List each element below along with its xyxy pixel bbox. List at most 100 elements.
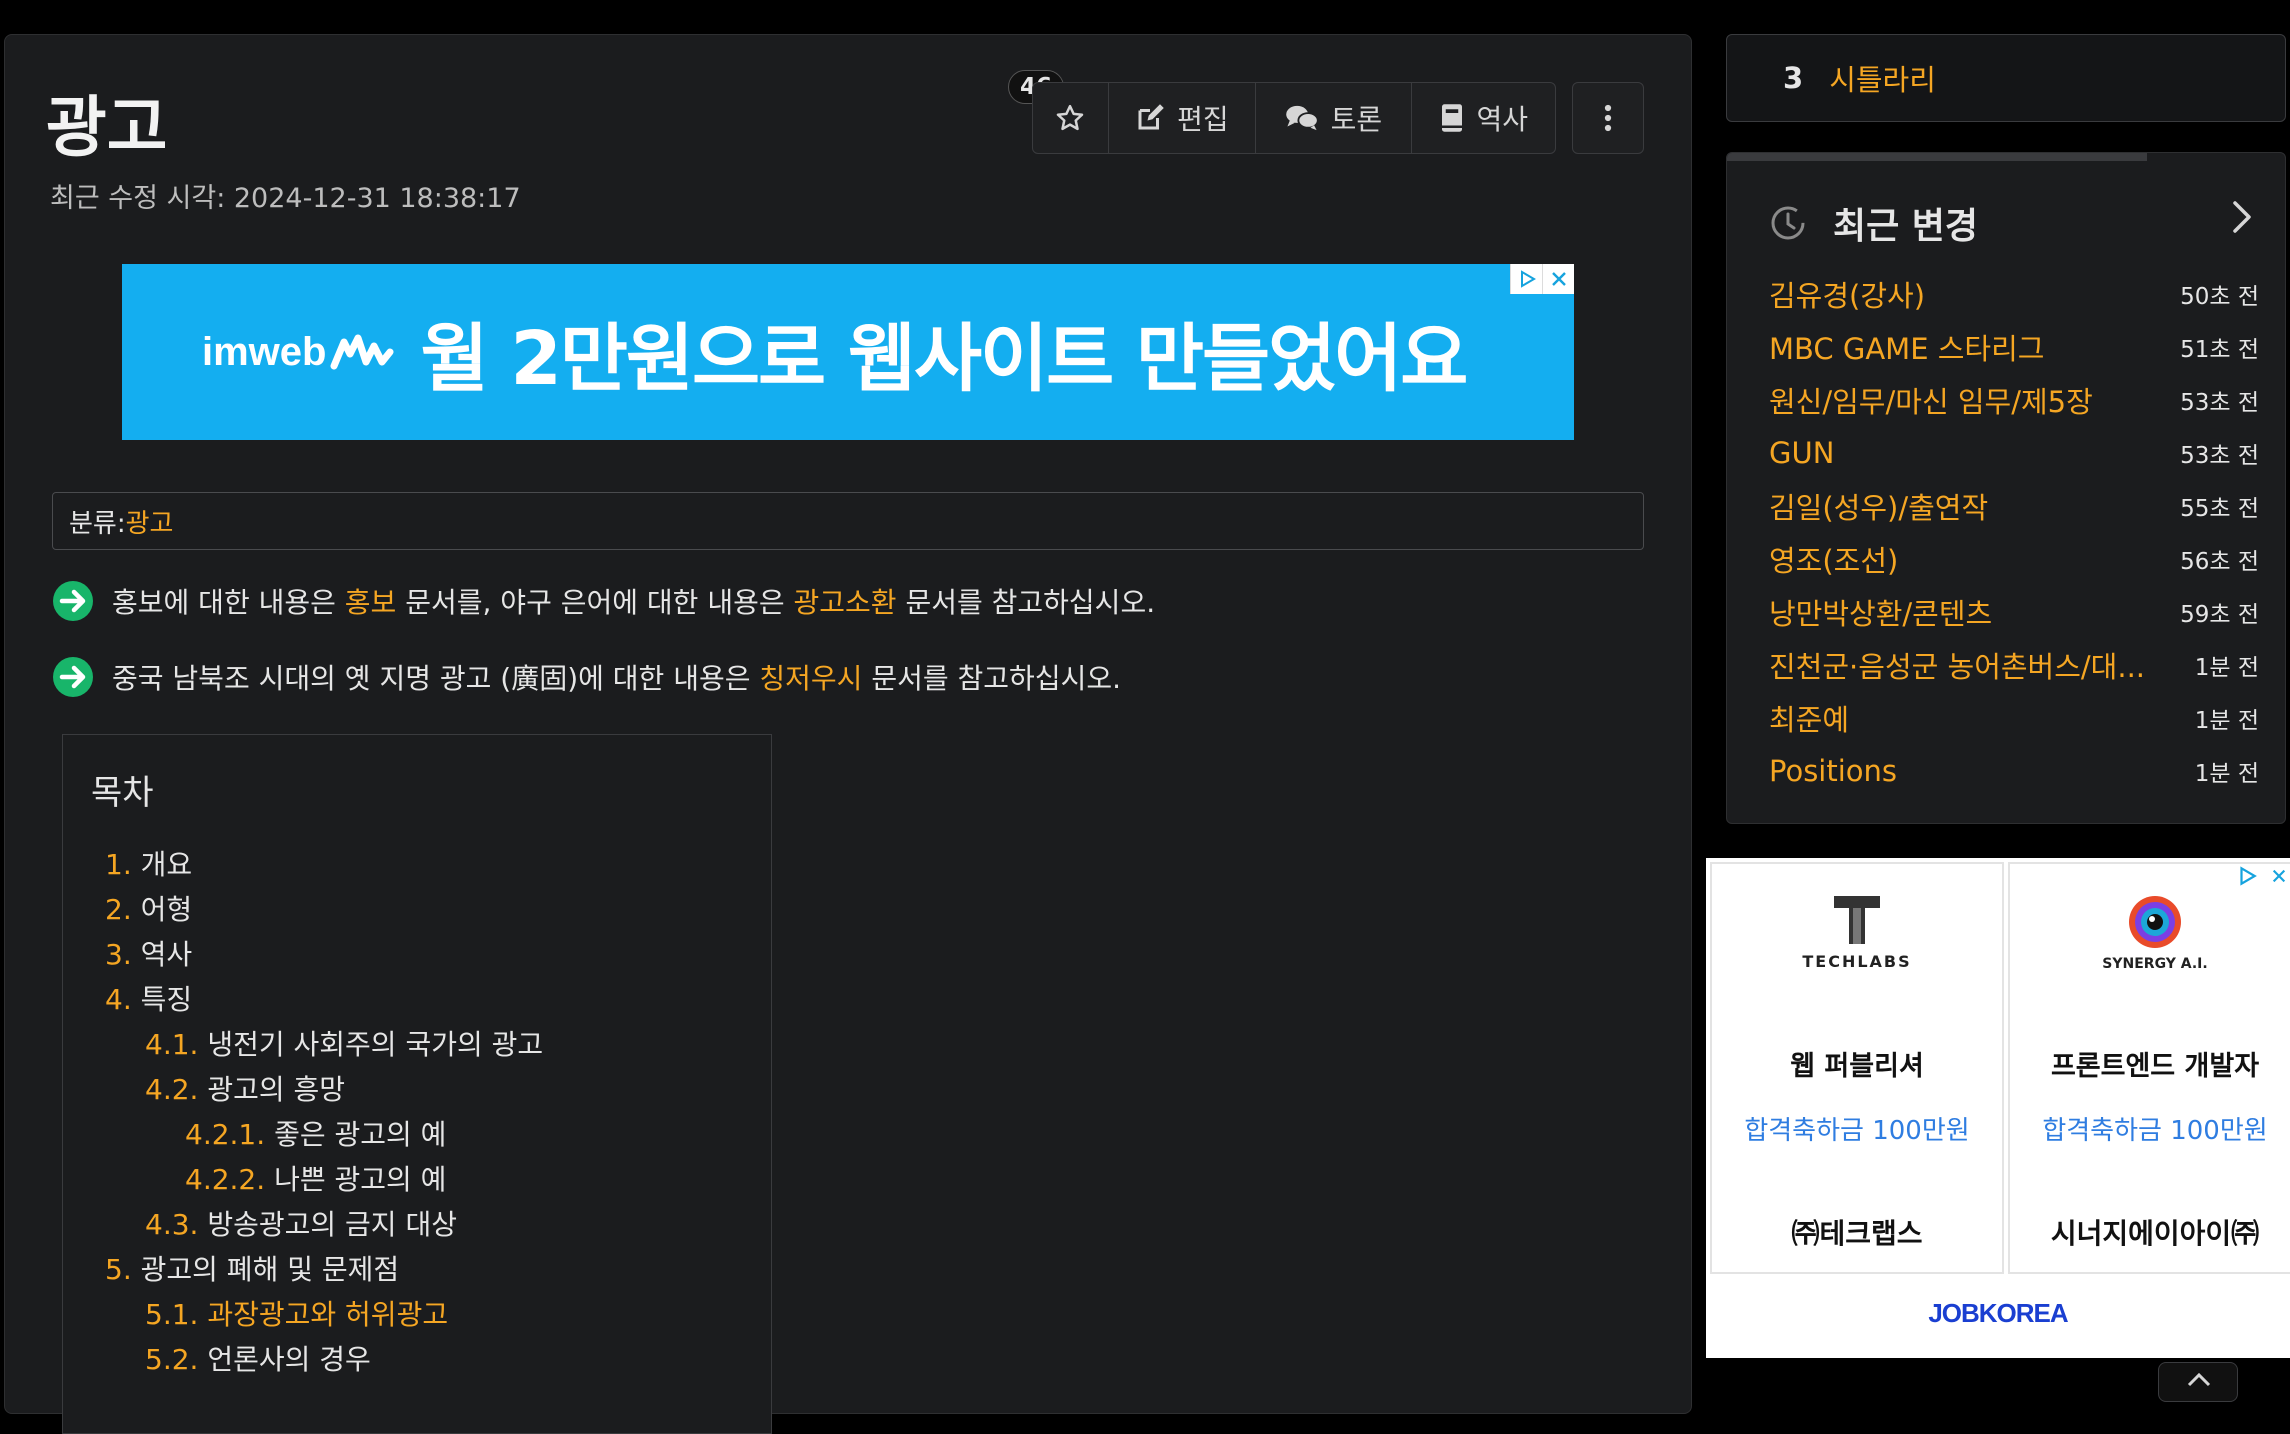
job-position: 웹 퍼블리셔 [1790, 1051, 1924, 1082]
job-bonus: 합격축하금 100만원 [2042, 1116, 2268, 1146]
recent-changes-header: 최근 변경 [1769, 197, 1978, 249]
toc-label: 광고의 흥망 [207, 1073, 346, 1106]
job-company: 시너지에이아이㈜ [2050, 1217, 2260, 1250]
recent-change-link[interactable]: 원신/임무/마신 임무/제5장 [1769, 379, 2093, 421]
toc-item[interactable]: 4.3. 방송광고의 금지 대상 [145, 1203, 457, 1243]
trending-search[interactable]: 3 시틀라리 [1726, 34, 2286, 122]
toc-item[interactable]: 4.1. 냉전기 사회주의 국가의 광고 [145, 1023, 543, 1063]
toc-label: 광고의 폐해 및 문제점 [140, 1253, 400, 1286]
category-box: 분류: 광고 [52, 492, 1644, 550]
jobkorea-logo[interactable]: JOBKOREA [1706, 1298, 2290, 1329]
recent-change-link[interactable]: 진천군·음성군 농어촌버스/대... [1769, 644, 2145, 686]
notice-link-promotion[interactable]: 홍보 [345, 581, 397, 621]
recent-change-time: 1분 전 [2194, 707, 2259, 734]
recent-changes-panel: 최근 변경 김유경(강사) 50초 전 MBC GAME 스타리그 51초 전 원신… [1726, 152, 2286, 824]
toc-number[interactable]: 4.2.1. [185, 1118, 265, 1151]
list-item: Positions 1분 전 [1769, 744, 2259, 797]
edit-button[interactable]: 편집 [1109, 83, 1257, 153]
last-modified-time: 최근 수정 시각: 2024-12-31 18:38:17 [50, 183, 521, 214]
notice-text: 문서를 참고하십시오. [862, 662, 1121, 695]
star-button[interactable] [1033, 83, 1109, 153]
more-vertical-icon [1604, 104, 1612, 132]
toc-title: 목차 [91, 773, 154, 813]
trending-label[interactable]: 시틀라리 [1829, 57, 1936, 99]
toc-item[interactable]: 5.1. 과장광고와 허위광고 [145, 1293, 448, 1333]
recent-change-time: 50초 전 [2180, 283, 2259, 310]
toc-label: 나쁜 광고의 예 [274, 1163, 447, 1196]
synergy-logo-icon [2129, 896, 2181, 948]
job-card[interactable]: TECHLABS 웹 퍼블리셔 합격축하금 100만원 ㈜테크랩스 [1710, 862, 2004, 1274]
toc-item[interactable]: 5.2. 언론사의 경우 [145, 1338, 371, 1378]
toc-number[interactable]: 5.2. [145, 1343, 198, 1376]
notice-link-ad-summon[interactable]: 광고소환 [794, 581, 897, 621]
ad-close-icon[interactable] [1542, 264, 1574, 294]
edit-icon [1138, 104, 1164, 130]
toc-label: 언론사의 경우 [207, 1343, 371, 1376]
recent-change-link[interactable]: 낭만박상환/콘텐츠 [1769, 591, 1992, 633]
clock-icon [1771, 206, 1805, 240]
recent-change-link[interactable]: 영조(조선) [1769, 538, 1898, 580]
toc-label: 개요 [140, 848, 193, 881]
ad-choices-icon[interactable] [1510, 264, 1542, 294]
discussion-label: 토론 [1330, 103, 1383, 136]
category-link[interactable]: 광고 [126, 503, 174, 540]
recent-change-time: 1분 전 [2194, 760, 2259, 787]
redirect-notice: 홍보에 대한 내용은 홍보 문서를, 야구 은어에 대한 내용은 광고소환 문서… [52, 580, 1155, 622]
toc-item[interactable]: 3. 역사 [105, 933, 192, 973]
history-button[interactable]: 역사 [1412, 83, 1555, 153]
banner-ad[interactable]: imweb 월 2만원으로 웹사이트 만들었어요 [122, 264, 1574, 440]
discussion-button[interactable]: 토론 [1256, 83, 1412, 153]
company-logo: SYNERGY A.I. [2010, 894, 2290, 984]
list-item: 원신/임무/마신 임무/제5장 53초 전 [1769, 373, 2259, 426]
toc-number[interactable]: 1. [105, 848, 132, 881]
toc-number[interactable]: 5.1. [145, 1298, 198, 1331]
toc-item[interactable]: 4.2.2. 나쁜 광고의 예 [185, 1158, 446, 1198]
toc-number[interactable]: 4.1. [145, 1028, 198, 1061]
company-logo-text: TECHLABS [1802, 952, 1912, 971]
recent-change-link[interactable]: 김일(성우)/출연작 [1769, 485, 1988, 527]
toc-item[interactable]: 4. 특징 [105, 978, 192, 1018]
job-company: ㈜테크랩스 [1791, 1217, 1923, 1250]
recent-change-link[interactable]: MBC GAME 스타리그 [1769, 326, 2044, 368]
company-logo: TECHLABS [1712, 894, 2002, 984]
toc-item[interactable]: 5. 광고의 폐해 및 문제점 [105, 1248, 399, 1288]
toc-label: 방송광고의 금지 대상 [207, 1208, 457, 1241]
toc-item[interactable]: 4.2.1. 좋은 광고의 예 [185, 1113, 446, 1153]
notice-link-qingzhou[interactable]: 칭저우시 [759, 657, 862, 697]
toc-number[interactable]: 4.2. [145, 1073, 198, 1106]
recent-change-link[interactable]: Positions [1769, 754, 1897, 788]
more-options-button[interactable] [1572, 82, 1644, 154]
ad-choices-icon[interactable] [2232, 862, 2262, 890]
recent-change-time: 51초 전 [2180, 336, 2259, 363]
ad-close-icon[interactable] [2268, 862, 2290, 890]
list-item: GUN 53초 전 [1769, 426, 2259, 479]
toc-label[interactable]: 과장광고와 허위광고 [207, 1298, 448, 1331]
category-label: 분류: [69, 508, 126, 539]
toc-number[interactable]: 4. [105, 983, 132, 1016]
recent-change-time: 1분 전 [2194, 654, 2259, 681]
toc-label: 좋은 광고의 예 [274, 1118, 447, 1151]
recent-progress-bar [1727, 153, 2147, 161]
scroll-to-top-button[interactable] [2158, 1362, 2238, 1402]
job-position: 프론트엔드 개발자 [2050, 1051, 2260, 1082]
recent-change-link[interactable]: 최준예 [1769, 697, 1849, 739]
list-item: MBC GAME 스타리그 51초 전 [1769, 320, 2259, 373]
trending-rank: 3 [1783, 61, 1804, 95]
recent-change-link[interactable]: 김유경(강사) [1769, 273, 1925, 315]
toc-item[interactable]: 4.2. 광고의 흥망 [145, 1068, 345, 1108]
toc-item[interactable]: 2. 어형 [105, 888, 192, 928]
recent-change-link[interactable]: GUN [1769, 436, 1834, 470]
toc-number[interactable]: 3. [105, 938, 132, 971]
chevron-right-icon[interactable] [2227, 197, 2257, 237]
job-ad: TECHLABS 웹 퍼블리셔 합격축하금 100만원 ㈜테크랩스 SYNERG… [1706, 858, 2290, 1358]
recent-changes-list: 김유경(강사) 50초 전 MBC GAME 스타리그 51초 전 원신/임무/마신… [1769, 267, 2259, 797]
notice-text: 중국 남북조 시대의 옛 지명 광고 (廣固)에 대한 내용은 [112, 662, 760, 695]
toc-number[interactable]: 2. [105, 893, 132, 926]
job-card[interactable]: SYNERGY A.I. 프론트엔드 개발자 합격축하금 100만원 시너지에이… [2008, 862, 2290, 1274]
toc-item[interactable]: 1. 개요 [105, 843, 192, 883]
list-item: 최준예 1분 전 [1769, 691, 2259, 744]
banner-logo: imweb [202, 329, 327, 374]
toc-number[interactable]: 5. [105, 1253, 132, 1286]
toc-number[interactable]: 4.2.2. [185, 1163, 265, 1196]
toc-number[interactable]: 4.3. [145, 1208, 198, 1241]
